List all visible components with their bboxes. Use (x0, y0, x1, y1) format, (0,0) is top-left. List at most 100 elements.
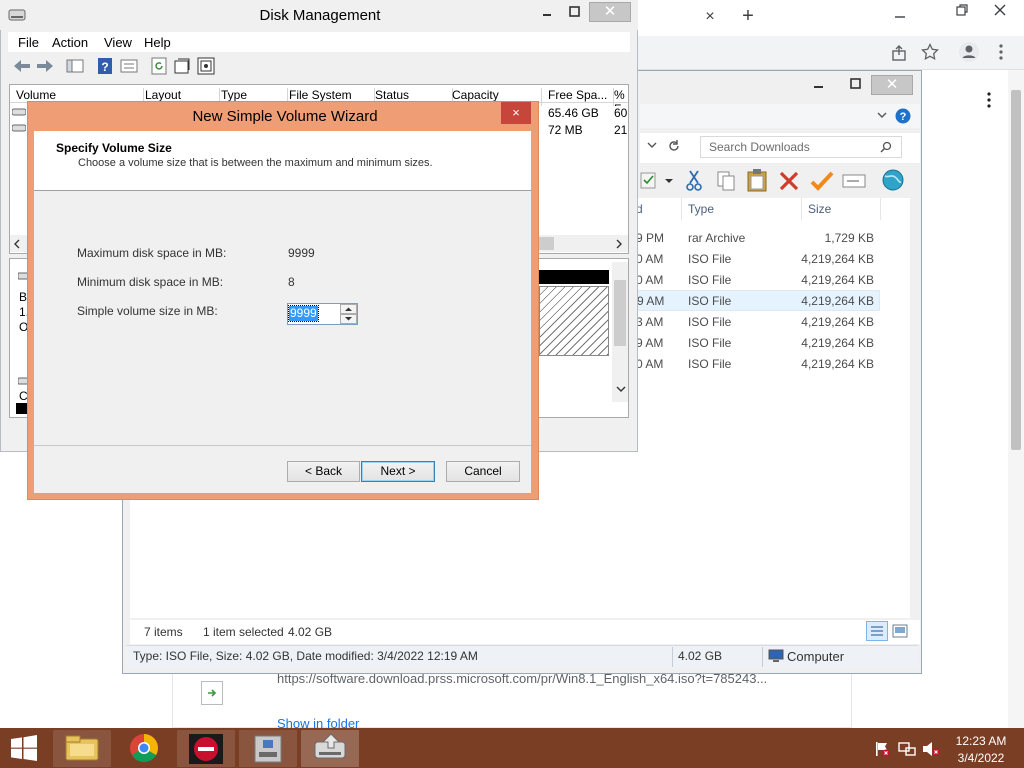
divider (762, 647, 763, 667)
file-row[interactable]: 0 AM ISO File 4,219,264 KB (636, 249, 880, 270)
item-count: 7 items (144, 625, 183, 639)
menu-view[interactable]: View (104, 35, 132, 50)
globe-icon[interactable] (880, 168, 906, 192)
file-row[interactable]: 9 AM ISO File 4,219,264 KB (636, 333, 880, 354)
dm-close-button[interactable]: ✕ (589, 2, 631, 22)
file-time: 3 AM (636, 315, 664, 329)
restore-icon[interactable] (955, 3, 969, 17)
details-view-button[interactable] (866, 621, 888, 641)
show-hide-icon[interactable] (120, 58, 138, 74)
explorer-close-button[interactable]: ✕ (871, 75, 913, 95)
dm-maximize-icon[interactable] (568, 5, 582, 19)
share-icon[interactable] (890, 44, 908, 62)
spin-up-button[interactable] (340, 304, 357, 314)
disk-label: B (19, 290, 28, 304)
back-button[interactable]: < Back (287, 461, 360, 482)
explorer-maximize-icon[interactable] (849, 77, 863, 91)
details-location: Computer (787, 649, 845, 664)
file-row[interactable]: 0 AM ISO File 4,219,264 KB (636, 270, 880, 291)
unallocated-partition[interactable] (539, 286, 609, 356)
file-row[interactable]: 0 AM ISO File 4,219,264 KB (636, 354, 880, 375)
column-header-type[interactable]: Type (688, 202, 714, 216)
horizontal-scrollbar-thumb[interactable] (538, 237, 554, 250)
column-divider (880, 198, 881, 220)
menu-action[interactable]: Action (52, 35, 88, 50)
back-arrow-icon[interactable] (12, 58, 32, 74)
new-tab-button[interactable]: + (737, 6, 759, 26)
start-button[interactable] (10, 735, 38, 761)
file-icon (201, 681, 223, 705)
cancel-button[interactable]: Cancel (446, 461, 520, 482)
properties-toolbar-icon[interactable] (173, 57, 191, 75)
wizard-title: New Simple Volume Wizard (192, 108, 378, 125)
clock-time[interactable]: 12:23 AM (948, 734, 1014, 748)
file-details: Type: ISO File, Size: 4.02 GB, Date modi… (133, 649, 478, 663)
volume-size-input[interactable]: 9999 (288, 305, 319, 322)
dm-minimize-icon[interactable] (540, 5, 554, 19)
menu-help[interactable]: Help (144, 35, 171, 50)
chevron-down-icon[interactable] (876, 110, 888, 120)
file-type: ISO File (688, 252, 732, 266)
menu-file[interactable]: File (18, 35, 39, 50)
address-chevron-icon[interactable] (646, 140, 658, 150)
partition-header-bar (539, 270, 609, 284)
rename-icon[interactable] (842, 172, 866, 190)
app-taskbar-button[interactable] (177, 730, 235, 767)
close-tab-button[interactable]: × (700, 7, 720, 27)
delete-icon[interactable] (778, 170, 800, 192)
help-icon[interactable]: ? (895, 108, 911, 124)
paste-icon[interactable] (746, 168, 768, 192)
selection-count: 1 item selected (203, 625, 284, 639)
cut-icon[interactable] (685, 170, 703, 192)
file-row[interactable]: 9 PM rar Archive 1,729 KB (636, 228, 880, 249)
volume-muted-icon[interactable] (922, 741, 940, 757)
large-icons-view-button[interactable] (891, 623, 909, 639)
minimize-icon[interactable] (893, 8, 907, 22)
scrollbar-thumb[interactable] (1011, 90, 1021, 450)
file-row[interactable]: 3 AM ISO File 4,219,264 KB (636, 312, 880, 333)
copy-icon[interactable] (716, 170, 736, 192)
divider (672, 647, 673, 667)
chrome-taskbar-button[interactable] (115, 730, 173, 767)
clock-date[interactable]: 3/4/2022 (948, 751, 1014, 765)
scroll-right-icon[interactable] (614, 238, 624, 250)
downloads-menu-icon[interactable] (986, 91, 992, 109)
file-time: 0 AM (636, 357, 664, 371)
profile-avatar-icon[interactable] (958, 41, 980, 63)
volume-drive-icon (12, 108, 26, 116)
file-explorer-taskbar-button[interactable] (53, 730, 111, 767)
scroll-left-icon[interactable] (12, 238, 22, 250)
column-free-space[interactable]: Free Spa... (548, 88, 614, 106)
help-topics-icon[interactable]: ? (97, 57, 113, 75)
svg-text:?: ? (101, 60, 108, 74)
column-percent-free[interactable]: % F (614, 88, 630, 106)
settings-icon[interactable] (197, 57, 215, 75)
action-center-flag-icon[interactable] (874, 741, 890, 757)
explorer-minimize-icon[interactable] (812, 77, 826, 91)
close-window-icon[interactable] (993, 3, 1007, 17)
checkmark-icon[interactable] (810, 170, 834, 192)
refresh-disk-icon[interactable] (151, 57, 167, 75)
column-header-size[interactable]: Size (808, 202, 831, 216)
file-type: ISO File (688, 336, 732, 350)
column-divider (681, 198, 682, 220)
properties-icon[interactable] (640, 170, 658, 190)
refresh-icon[interactable] (667, 139, 681, 153)
scroll-down-icon[interactable] (615, 384, 627, 394)
spin-down-button[interactable] (340, 314, 357, 324)
bookmark-star-icon[interactable] (921, 43, 939, 61)
console-tree-icon[interactable] (66, 58, 84, 74)
next-button[interactable]: Next > (361, 461, 435, 482)
vertical-scrollbar-thumb[interactable] (614, 280, 626, 346)
computer-management-taskbar-button[interactable] (239, 730, 297, 767)
search-input[interactable]: Search Downloads (700, 136, 902, 158)
dropdown-arrow-icon[interactable] (664, 177, 674, 185)
file-row-selected[interactable]: 9 AM ISO File 4,219,264 KB (636, 290, 880, 311)
file-time: 0 AM (636, 273, 664, 287)
forward-arrow-icon[interactable] (35, 58, 55, 74)
wizard-close-button[interactable]: × (501, 102, 531, 124)
disk-management-taskbar-button[interactable] (301, 730, 359, 767)
search-icon[interactable] (880, 141, 892, 153)
chrome-menu-icon[interactable] (998, 43, 1004, 61)
network-icon[interactable] (898, 741, 916, 757)
